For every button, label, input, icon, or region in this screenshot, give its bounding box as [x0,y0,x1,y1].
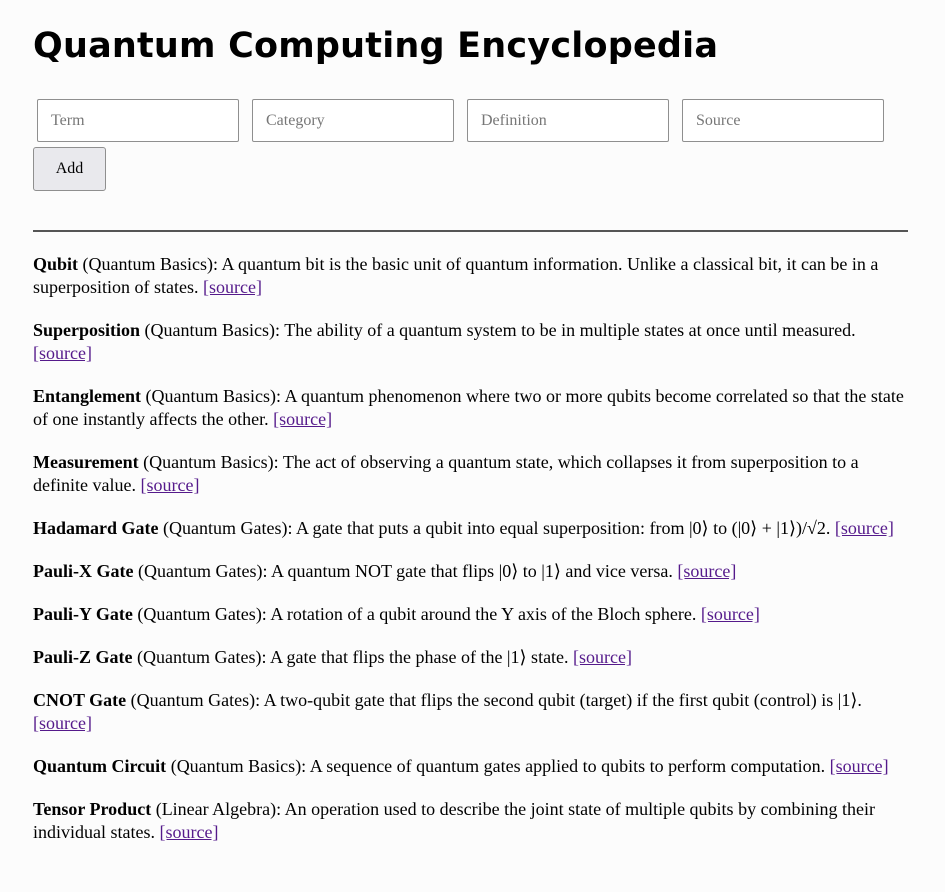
entry-term: Superposition [33,320,141,340]
entry-term: Pauli-Y Gate [33,604,133,624]
entry-category: Quantum Basics [149,452,268,472]
entry-term: Hadamard Gate [33,518,159,538]
source-link[interactable]: [source] [677,561,736,581]
entry-category: Quantum Gates [143,647,256,667]
list-item: Tensor Product (Linear Algebra): An oper… [33,799,876,842]
list-item: Pauli-Z Gate (Quantum Gates): A gate tha… [33,647,633,667]
source-link[interactable]: [source] [701,604,760,624]
entry-term: Quantum Circuit [33,756,167,776]
entry-category: Quantum Basics [88,254,208,274]
entry-category: Quantum Gates [144,561,257,581]
source-link[interactable]: [source] [573,647,632,667]
entry-term: Pauli-X Gate [33,561,134,581]
category-input[interactable] [252,99,454,142]
source-link[interactable]: [source] [203,277,262,297]
definition-input[interactable] [467,99,669,142]
list-item: Qubit (Quantum Basics): A quantum bit is… [33,254,879,297]
entry-category: Quantum Basics [151,386,271,406]
add-button[interactable]: Add [33,147,106,191]
divider [33,230,908,232]
entry-definition: A rotation of a qubit around the Y axis … [270,604,697,624]
entry-category: Quantum Gates [136,690,250,710]
source-input[interactable] [682,99,884,142]
entry-definition: A two-qubit gate that flips the second q… [263,690,862,710]
entry-definition: A gate that puts a qubit into equal supe… [296,518,831,538]
entry-definition: The ability of a quantum system to be in… [284,320,856,340]
entry-category: Quantum Gates [143,604,256,624]
list-item: Measurement (Quantum Basics): The act of… [33,452,859,495]
source-link[interactable]: [source] [33,343,92,363]
source-link[interactable]: [source] [159,822,218,842]
list-item: CNOT Gate (Quantum Gates): A two-qubit g… [33,690,862,733]
entry-category: Quantum Basics [150,320,270,340]
entry-term: Entanglement [33,386,141,406]
entry-term: CNOT Gate [33,690,127,710]
list-item: Pauli-X Gate (Quantum Gates): A quantum … [33,561,737,581]
list-item: Quantum Circuit (Quantum Basics): A sequ… [33,756,889,776]
entry-category: Quantum Basics [176,756,296,776]
source-link[interactable]: [source] [830,756,889,776]
entry-term: Measurement [33,452,139,472]
list-item: Superposition (Quantum Basics): The abil… [33,320,856,363]
entry-term: Qubit [33,254,79,274]
list-item: Pauli-Y Gate (Quantum Gates): A rotation… [33,604,760,624]
entry-category: Quantum Gates [169,518,282,538]
entry-term: Tensor Product [33,799,152,819]
source-link[interactable]: [source] [835,518,894,538]
source-link[interactable]: [source] [33,713,92,733]
entry-term: Pauli-Z Gate [33,647,133,667]
term-input[interactable] [37,99,239,142]
list-item: Hadamard Gate (Quantum Gates): A gate th… [33,518,894,538]
source-link[interactable]: [source] [140,475,199,495]
entry-category: Linear Algebra [161,799,271,819]
source-link[interactable]: [source] [273,409,332,429]
entry-definition: A gate that flips the phase of the |1⟩ s… [270,647,569,667]
list-item: Entanglement (Quantum Basics): A quantum… [33,386,904,429]
entry-definition: A sequence of quantum gates applied to q… [309,756,826,776]
entry-list: Qubit (Quantum Basics): A quantum bit is… [33,253,908,864]
page-title: Quantum Computing Encyclopedia [33,26,719,66]
entry-definition: A quantum NOT gate that flips |0⟩ to |1⟩… [271,561,673,581]
